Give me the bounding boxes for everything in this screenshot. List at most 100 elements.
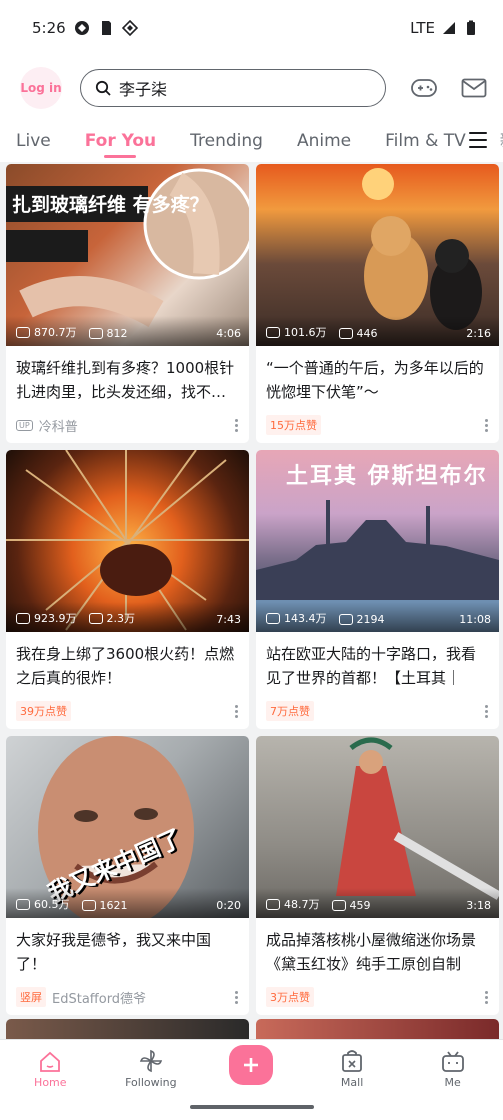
gesture-bar (0, 1095, 503, 1120)
video-duration: 11:08 (459, 613, 491, 626)
video-card-peek[interactable] (6, 1019, 249, 1039)
more-options-icon[interactable] (235, 418, 239, 432)
plus-icon (244, 1058, 259, 1072)
play-count-icon (266, 326, 280, 338)
shopping-bag-icon (342, 1050, 362, 1072)
tab-trending[interactable]: Trending (190, 120, 263, 162)
nav-home[interactable]: Home (0, 1051, 101, 1089)
video-title[interactable]: “一个普通的午后，为多年以后的恍惚埋下伏笔”～ (256, 346, 499, 404)
gesture-handle[interactable] (190, 1105, 314, 1109)
video-duration: 2:16 (466, 327, 491, 340)
nav-mall-label: Mall (340, 1076, 364, 1089)
danmaku-count: 446 (356, 327, 378, 340)
author-name[interactable]: EdStafford德爷 (52, 988, 146, 1007)
danmaku-count: 459 (349, 899, 371, 912)
video-stats: 143.4万 2194 11:08 (256, 602, 499, 632)
nav-following[interactable]: Following (101, 1049, 202, 1089)
play-count-icon (16, 898, 30, 910)
vpn-icon (121, 20, 138, 36)
play-count-icon (266, 612, 280, 624)
more-options-icon[interactable] (235, 704, 239, 718)
danmaku-icon (88, 328, 103, 339)
video-card[interactable]: 土耳其 伊斯坦布尔 143.4万 2194 11:08 站在欧亚大陆的十字路口，… (256, 450, 499, 729)
video-meta: UP 冷科普 (16, 415, 239, 435)
video-title[interactable]: 大家好我是德爷，我又来中国了！ (6, 918, 249, 976)
more-options-icon[interactable] (485, 418, 489, 432)
video-thumbnail[interactable]: 扎到玻璃纤维 有多疼？ 870.7万 812 4:06 (6, 164, 249, 346)
author-name[interactable]: 冷科普 (39, 416, 78, 435)
view-count: 60.5万 (34, 898, 70, 911)
nav-home-label: Home (34, 1076, 67, 1089)
video-card-peek[interactable] (256, 1019, 499, 1039)
video-thumbnail[interactable]: 48.7万 459 3:18 (256, 736, 499, 918)
tab-for-you[interactable]: For You (85, 120, 156, 162)
login-button[interactable]: Log in (20, 67, 62, 109)
mail-icon (461, 78, 487, 98)
messages-button[interactable] (460, 74, 488, 102)
network-type: LTE (410, 19, 435, 37)
danmaku-icon (331, 900, 346, 911)
video-meta: 7万点赞 (266, 701, 489, 721)
danmaku-icon (81, 900, 96, 911)
tab-menu-icon[interactable] (469, 132, 487, 150)
video-card[interactable]: 923.9万 2.3万 7:43 我在身上绑了3600根火药！点燃之后真的很炸！… (6, 450, 249, 729)
bottom-navigation: Home Following Mall Me (0, 1039, 503, 1095)
tab-anime[interactable]: Anime (297, 120, 351, 162)
video-thumbnail[interactable]: 土耳其 伊斯坦布尔 143.4万 2194 11:08 (256, 450, 499, 632)
play-count-icon (266, 898, 280, 910)
play-count-icon (16, 326, 30, 338)
video-thumbnail[interactable]: 我又来中国了 60.5万 1621 0:20 (6, 736, 249, 918)
video-duration: 0:20 (216, 899, 241, 912)
top-header: Log in 李子柒 (0, 56, 503, 120)
video-title[interactable]: 我在身上绑了3600根火药！点燃之后真的很炸！ (6, 632, 249, 690)
battery-icon (467, 20, 475, 35)
danmaku-count: 2.3万 (106, 612, 136, 625)
nav-me[interactable]: Me (402, 1051, 503, 1089)
more-options-icon[interactable] (485, 704, 489, 718)
home-icon (40, 1051, 61, 1072)
next-row-peek (6, 1019, 499, 1039)
nav-publish[interactable] (201, 1045, 302, 1089)
danmaku-count: 1621 (99, 899, 128, 912)
search-input[interactable]: 李子柒 (80, 69, 386, 107)
pinwheel-icon (139, 1049, 163, 1073)
video-meta: 39万点赞 (16, 701, 239, 721)
play-count-icon (16, 612, 30, 624)
video-stats: 870.7万 812 4:06 (6, 316, 249, 346)
thumbnail-caption: 扎到玻璃纤维 有多疼？ (12, 194, 209, 216)
status-bar: 5:26 LTE (0, 0, 503, 56)
gamepad-icon (411, 79, 437, 97)
tab-live[interactable]: Live (16, 120, 51, 162)
video-thumbnail[interactable]: 923.9万 2.3万 7:43 (6, 450, 249, 632)
video-card[interactable]: 48.7万 459 3:18 成品掉落核桃小屋微缩迷你场景《黛玉红妆》纯手工原创… (256, 736, 499, 1015)
up-badge: UP (16, 419, 33, 431)
publish-button[interactable] (229, 1045, 274, 1085)
video-title[interactable]: 玻璃纤维扎到有多疼？1000根针扎进肉里，比头发还细，找不… (6, 346, 249, 404)
danmaku-icon (338, 328, 353, 339)
video-duration: 4:06 (216, 327, 241, 340)
video-card[interactable]: 我又来中国了 60.5万 1621 0:20 大家好我是德爷，我又来中国了！ 竖… (6, 736, 249, 1015)
video-card[interactable]: 扎到玻璃纤维 有多疼？ 870.7万 812 4:06 玻璃纤维扎到有多疼？10… (6, 164, 249, 443)
nav-mall[interactable]: Mall (302, 1049, 403, 1089)
more-options-icon[interactable] (485, 990, 489, 1004)
video-title[interactable]: 站在欧亚大陆的十字路口，我看见了世界的首都！【土耳其｜伊… (256, 632, 499, 690)
video-stats: 101.6万 446 2:16 (256, 316, 499, 346)
game-center-button[interactable] (410, 74, 438, 102)
tv-face-icon (441, 1051, 464, 1072)
video-meta: 竖屏 EdStafford德爷 (16, 987, 239, 1007)
tab-film-tv[interactable]: Film & TV (385, 120, 466, 162)
video-title[interactable]: 成品掉落核桃小屋微缩迷你场景《黛玉红妆》纯手工原创自制 (256, 918, 499, 976)
sync-icon (74, 21, 89, 35)
like-badge: 7万点赞 (266, 701, 314, 721)
sd-card-icon (101, 21, 111, 35)
video-thumbnail[interactable]: 101.6万 446 2:16 (256, 164, 499, 346)
video-stats: 48.7万 459 3:18 (256, 888, 499, 918)
view-count: 870.7万 (34, 326, 77, 339)
view-count: 48.7万 (284, 898, 320, 911)
more-options-icon[interactable] (235, 990, 239, 1004)
video-meta: 3万点赞 (266, 987, 489, 1007)
video-card[interactable]: 101.6万 446 2:16 “一个普通的午后，为多年以后的恍惚埋下伏笔”～ … (256, 164, 499, 443)
danmaku-icon (88, 612, 103, 624)
danmaku-icon (338, 614, 353, 625)
video-stats: 60.5万 1621 0:20 (6, 888, 249, 918)
